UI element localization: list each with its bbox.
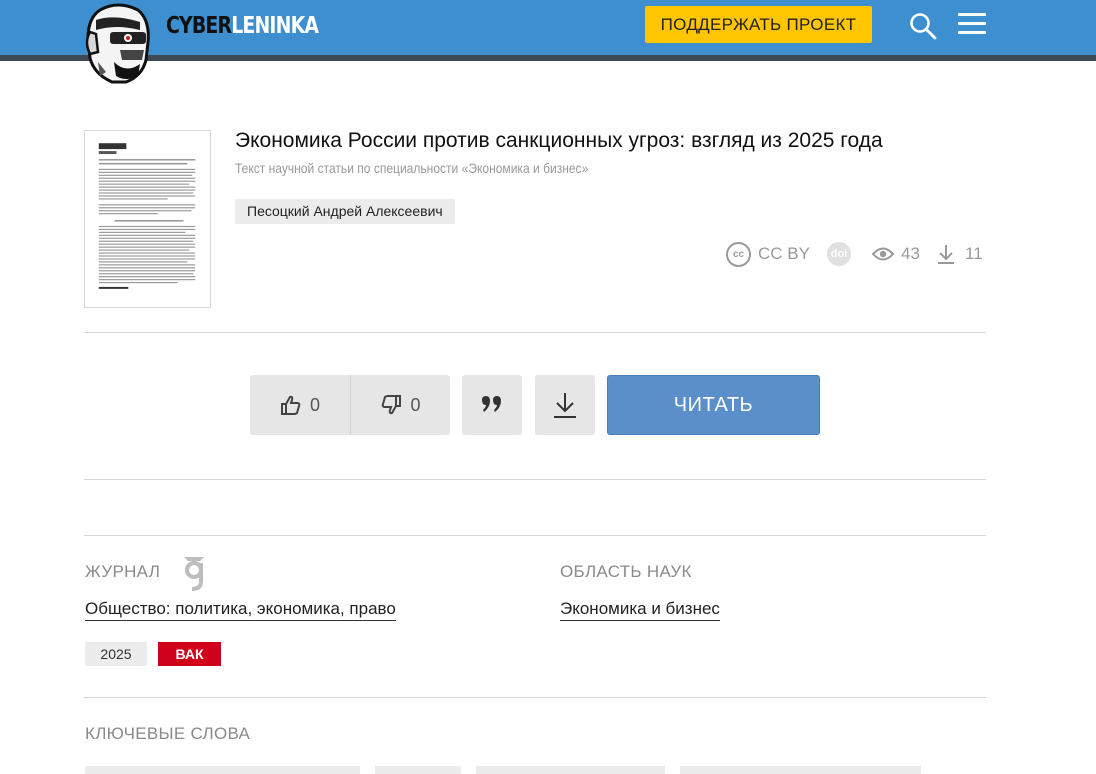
field-of-science-label: ОБЛАСТЬ НАУК <box>560 562 692 581</box>
like-count: 0 <box>309 394 320 415</box>
downloads-counter: 11 <box>937 240 983 268</box>
cyberleninka-logo-icon[interactable] <box>80 2 156 86</box>
quote-icon <box>482 396 501 412</box>
vak-badge[interactable]: ВАК <box>158 642 221 666</box>
doi-icon: doi <box>827 242 851 266</box>
year-tag[interactable]: 2025 <box>85 642 147 666</box>
creative-commons-icon: cc <box>726 241 751 267</box>
keyword-tag[interactable] <box>375 766 461 774</box>
header-divider <box>0 55 1096 61</box>
keyword-tag[interactable] <box>476 766 665 774</box>
download-icon <box>938 245 954 264</box>
journal-label: ЖУРНАЛ <box>85 562 161 581</box>
article-title: Экономика России против санкционных угро… <box>235 129 883 152</box>
journal-link[interactable]: Общество: политика, экономика, право <box>85 598 396 621</box>
google-scholar-icon[interactable] <box>178 555 210 591</box>
thumbs-down-icon <box>382 395 402 415</box>
divider <box>84 535 986 536</box>
hamburger-menu-icon[interactable] <box>958 13 986 37</box>
thumbs-up-icon <box>280 395 301 415</box>
license-info[interactable]: cc CC BY <box>726 240 810 268</box>
downloads-count: 11 <box>965 244 983 263</box>
dislike-button[interactable]: 0 <box>350 375 450 435</box>
doi-badge[interactable]: doi <box>827 240 851 268</box>
license-label: CC BY <box>758 244 810 263</box>
keyword-tag[interactable] <box>85 766 360 774</box>
divider <box>84 332 986 333</box>
download-icon <box>554 393 576 418</box>
support-project-button[interactable]: ПОДДЕРЖАТЬ ПРОЕКТ <box>645 6 872 43</box>
cite-button[interactable] <box>462 375 522 435</box>
logo-text-cyber: CYBER <box>166 13 232 39</box>
vote-group: 0 0 <box>250 375 450 435</box>
eye-icon <box>872 247 894 261</box>
download-button[interactable] <box>535 375 595 435</box>
field-of-science-link[interactable]: Экономика и бизнес <box>560 598 720 621</box>
keyword-tag[interactable] <box>680 766 921 774</box>
dislike-count: 0 <box>410 394 421 415</box>
like-button[interactable]: 0 <box>250 375 350 435</box>
site-logo-text[interactable]: CYBERLENINKA <box>166 10 319 42</box>
views-counter: 43 <box>872 240 920 268</box>
keywords-label: КЛЮЧЕВЫЕ СЛОВА <box>85 724 251 743</box>
divider <box>84 697 986 698</box>
divider <box>84 479 986 480</box>
author-tag[interactable]: Песоцкий Андрей Алексеевич <box>235 199 455 224</box>
article-thumbnail[interactable] <box>84 130 211 308</box>
logo-text-leninka: LENINKA <box>231 13 319 39</box>
views-count: 43 <box>901 244 920 263</box>
read-button[interactable]: ЧИТАТЬ <box>607 375 820 435</box>
article-subtitle: Текст научной статьи по специальности «Э… <box>235 160 589 176</box>
search-icon[interactable] <box>908 11 938 41</box>
